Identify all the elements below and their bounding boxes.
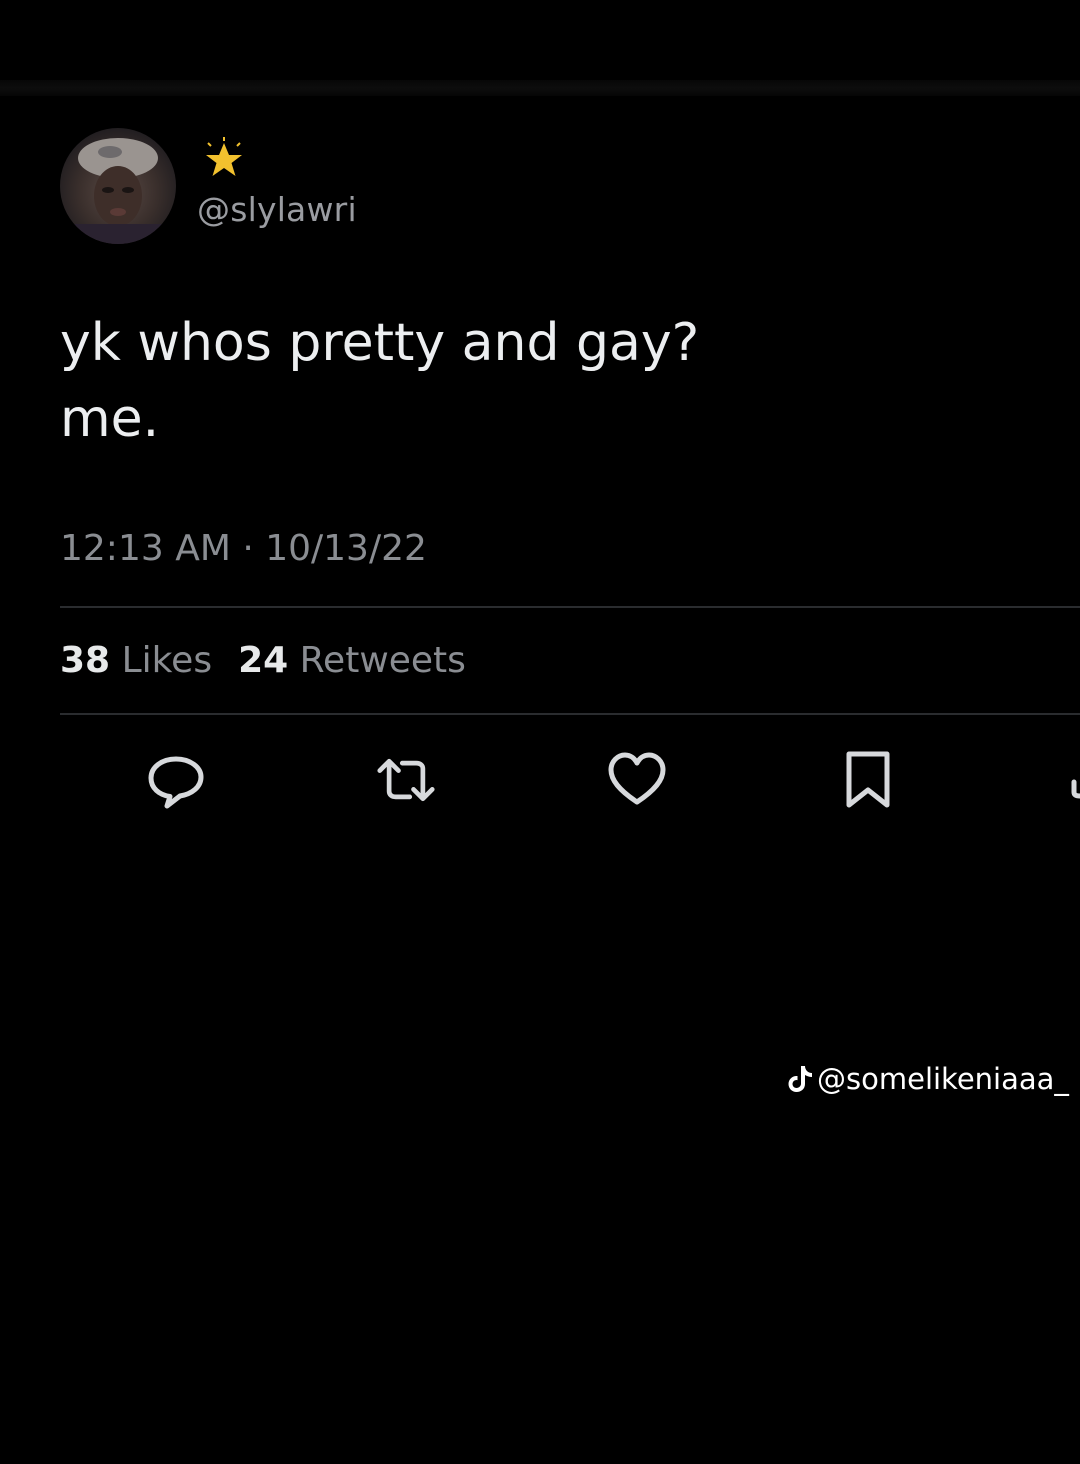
tweet-text-line: yk whos pretty and gay? <box>60 313 700 373</box>
share-icon <box>1071 779 1080 799</box>
watermark-username: @somelikeniaaa_ <box>817 1062 1069 1096</box>
user-handle[interactable]: @slylawri <box>197 190 357 229</box>
avatar[interactable] <box>60 128 176 244</box>
tweet-timestamp[interactable]: 12:13 AM · 10/13/22 <box>60 528 427 569</box>
likes-label: Likes <box>121 640 213 681</box>
like-icon <box>608 752 666 805</box>
retweets-label: Retweets <box>299 640 466 681</box>
retweets-count: 24 <box>238 640 289 681</box>
share-button[interactable] <box>1066 750 1080 810</box>
reply-icon <box>148 756 204 809</box>
like-button[interactable] <box>607 750 667 810</box>
tweet-text: yk whos pretty and gay? me. <box>60 305 699 457</box>
likes-stat[interactable]: 38 Likes <box>60 640 212 681</box>
reply-button[interactable] <box>146 750 206 810</box>
tweet-card: @slylawri yk whos pretty and gay? me. 12… <box>0 0 1080 840</box>
retweet-icon <box>377 758 435 802</box>
retweets-stat[interactable]: 24 Retweets <box>238 640 466 681</box>
divider <box>60 713 1080 715</box>
divider <box>60 606 1080 608</box>
retweet-button[interactable] <box>376 750 436 810</box>
tweet-text-line: me. <box>60 389 160 449</box>
bookmark-icon <box>846 751 890 808</box>
likes-count: 38 <box>60 640 111 681</box>
bookmark-button[interactable] <box>838 750 898 810</box>
tiktok-icon <box>788 1066 812 1092</box>
star-badge-icon <box>200 137 248 185</box>
tiktok-watermark: @somelikeniaaa_ <box>787 1062 1069 1096</box>
tweet-stats: 38 Likes 24 Retweets <box>60 640 466 681</box>
